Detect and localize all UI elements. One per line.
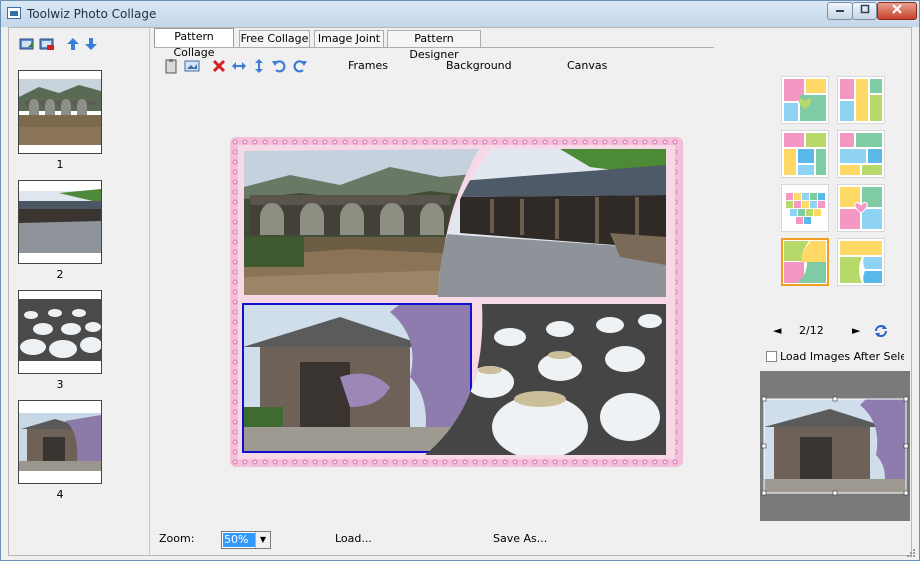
chevron-down-icon[interactable]: ▼: [255, 532, 270, 548]
image-thumbnail-4[interactable]: [18, 400, 102, 484]
image-thumbnail-2[interactable]: [18, 180, 102, 264]
image-thumbnail-1[interactable]: [18, 70, 102, 154]
image-thumbnail-3[interactable]: [18, 290, 102, 374]
close-icon: [892, 4, 902, 14]
load-images-label: Load Images After Selectin: [780, 350, 904, 363]
pattern-thumb-5[interactable]: [781, 184, 829, 232]
thumbnail-image: [19, 71, 101, 153]
zoom-select[interactable]: 50% ▼: [221, 531, 271, 549]
pager-page-indicator: 2/12: [799, 324, 824, 337]
pattern-thumb-8[interactable]: [837, 238, 885, 286]
flip-horizontal-icon[interactable]: [231, 58, 247, 74]
thumbnail-image: [19, 401, 101, 483]
tab-pattern-collage[interactable]: Pattern Collage: [154, 28, 234, 59]
image-icon[interactable]: [184, 58, 200, 74]
save-as-button[interactable]: Save As...: [493, 532, 547, 545]
background-link[interactable]: Background: [446, 59, 512, 72]
import-image-icon[interactable]: [19, 37, 35, 51]
pattern-thumb-4[interactable]: [837, 130, 885, 178]
pattern-thumb-1[interactable]: [781, 76, 829, 124]
arrow-up-icon[interactable]: [65, 37, 81, 51]
refresh-icon[interactable]: [874, 324, 888, 338]
rotate-left-icon[interactable]: [271, 58, 287, 74]
thumbnail-image: [19, 291, 101, 373]
load-button[interactable]: Load...: [335, 532, 372, 545]
main-content: 1 2 3 4 Pattern Collage Free Collage Ima…: [8, 27, 912, 556]
pattern-preview: [786, 193, 825, 224]
window-title: Toolwiz Photo Collage: [27, 7, 157, 21]
pattern-thumb-7[interactable]: [781, 238, 829, 286]
tab-divider: [154, 47, 714, 48]
arrow-down-icon[interactable]: [83, 37, 99, 51]
tab-image-joint[interactable]: Image Joint: [314, 30, 384, 48]
image-list-sidebar: 1 2 3 4: [9, 28, 150, 555]
flip-vertical-icon[interactable]: [251, 58, 267, 74]
thumbnail-label-2: 2: [56, 268, 64, 281]
maximize-button[interactable]: [852, 2, 877, 20]
pattern-preview: [840, 241, 882, 283]
title-bar: Toolwiz Photo Collage: [1, 1, 919, 27]
resize-grip-icon[interactable]: [906, 548, 916, 558]
minimize-icon: [836, 10, 844, 12]
tab-free-collage[interactable]: Free Collage: [239, 30, 310, 48]
canvas-link[interactable]: Canvas: [567, 59, 607, 72]
frames-link[interactable]: Frames: [348, 59, 388, 72]
thumbnail-label-3: 3: [56, 378, 64, 391]
minimize-button[interactable]: [827, 2, 853, 20]
pattern-preview: [784, 241, 826, 283]
remove-image-icon[interactable]: [39, 37, 55, 51]
pattern-thumb-2[interactable]: [837, 76, 885, 124]
selected-image-preview[interactable]: [760, 371, 910, 521]
pattern-preview: [840, 133, 882, 175]
rotate-right-icon[interactable]: [292, 58, 308, 74]
pattern-thumb-6[interactable]: [837, 184, 885, 232]
pattern-thumb-3[interactable]: [781, 130, 829, 178]
zoom-label: Zoom:: [159, 532, 195, 545]
thumbnail-label-1: 1: [56, 158, 64, 171]
collage-cell-temple[interactable]: [243, 304, 471, 452]
app-window: Toolwiz Photo Collage 1 2 3 4 Pattern Co…: [0, 0, 920, 561]
collage-canvas[interactable]: [230, 137, 683, 467]
app-icon: [7, 7, 21, 19]
delete-icon[interactable]: [211, 58, 227, 74]
pattern-preview: [784, 133, 826, 175]
pager-prev-button[interactable]: ◄: [773, 324, 781, 337]
load-images-checkbox[interactable]: [766, 351, 777, 362]
thumbnail-label-4: 4: [56, 488, 64, 501]
pattern-preview: [784, 79, 826, 121]
clipboard-icon[interactable]: [163, 58, 179, 74]
pattern-preview: [840, 79, 882, 121]
pattern-preview: [840, 187, 882, 229]
tab-pattern-designer[interactable]: Pattern Designer: [387, 30, 481, 61]
pager-next-button[interactable]: ►: [852, 324, 860, 337]
thumbnail-image: [19, 181, 101, 263]
zoom-value: 50%: [223, 533, 255, 547]
close-button[interactable]: [877, 2, 917, 20]
maximize-icon: [860, 4, 869, 14]
preview-image: [760, 371, 910, 521]
